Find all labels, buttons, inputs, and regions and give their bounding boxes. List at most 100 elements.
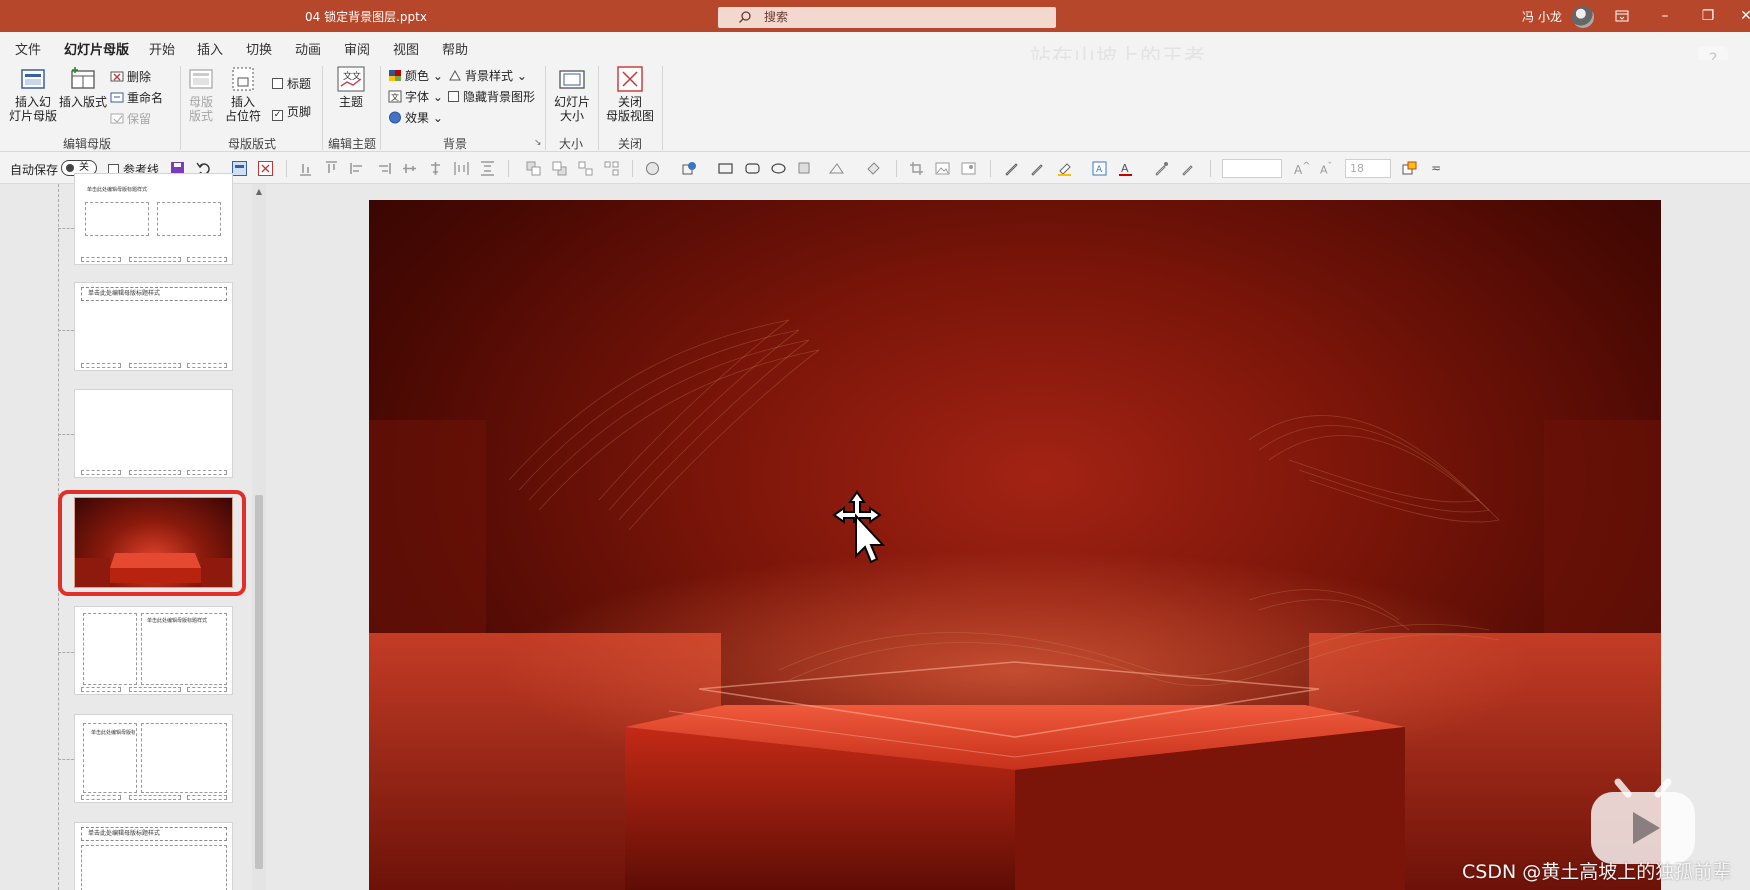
align-center-icon[interactable]: [428, 161, 443, 176]
tab-insert[interactable]: 插入: [197, 39, 223, 58]
effects-dropdown[interactable]: 效果 ⌄: [388, 109, 443, 126]
rectangle-icon[interactable]: [718, 161, 733, 176]
eraser-icon[interactable]: [1181, 161, 1196, 176]
title-checkbox[interactable]: 标题: [272, 75, 311, 92]
slide-master-background[interactable]: [369, 200, 1661, 890]
font-size-combo[interactable]: 18: [1345, 159, 1391, 178]
layout-thumbnail-picture-caption[interactable]: 单击此处编辑母版标题样式: [74, 714, 233, 803]
svg-text:A: A: [1096, 165, 1103, 175]
thumbnail-placeholder: [85, 202, 149, 236]
shape-fill-icon[interactable]: [645, 161, 660, 176]
search-box[interactable]: 搜索: [718, 7, 1056, 28]
align-middle-icon[interactable]: [402, 161, 417, 176]
svg-text:文: 文: [391, 92, 399, 102]
tab-animations[interactable]: 动画: [295, 39, 321, 58]
layout-thumbnail-red-background[interactable]: [74, 497, 233, 588]
group-label-size: 大小: [559, 137, 584, 151]
crop-icon[interactable]: [909, 161, 924, 176]
dialog-launcher-icon[interactable]: ↘: [534, 138, 542, 148]
thumbnail-footer: [81, 363, 121, 368]
hide-background-checkbox[interactable]: 隐藏背景图形: [448, 88, 535, 105]
ribbon-display-icon[interactable]: [1612, 6, 1632, 26]
user-name[interactable]: 冯 小龙: [1522, 8, 1562, 25]
distribute-horizontal-icon[interactable]: [454, 161, 469, 176]
pen-icon[interactable]: [1004, 161, 1019, 176]
fonts-dropdown[interactable]: 文字体 ⌄: [388, 88, 443, 105]
grow-font-icon[interactable]: A^: [1294, 161, 1311, 177]
minimize-icon[interactable]: –: [1655, 6, 1675, 26]
picture-icon[interactable]: [935, 161, 950, 176]
master-layout-button[interactable]: 母版 版式: [186, 66, 216, 123]
layout-thumbnail-title-only[interactable]: 单击此处编辑母版标题样式: [74, 282, 233, 371]
tab-help[interactable]: 帮助: [442, 39, 468, 58]
slide-size-button[interactable]: 幻灯片 大小: [552, 66, 592, 123]
tab-view[interactable]: 视图: [393, 39, 419, 58]
insert-slide-master-button[interactable]: 插入幻 灯片母版: [8, 66, 58, 123]
rounded-rectangle-icon[interactable]: [745, 161, 760, 176]
shape-effects-icon[interactable]: [797, 161, 812, 176]
shrink-font-icon[interactable]: Aˇ: [1320, 161, 1332, 177]
pencil-icon[interactable]: [1030, 161, 1045, 176]
align-bottom-icon[interactable]: [298, 161, 313, 176]
distribute-vertical-icon[interactable]: [480, 161, 495, 176]
thumbnail-footer: [129, 257, 181, 262]
align-right-icon[interactable]: [376, 161, 391, 176]
thumbnail-footer: [187, 687, 227, 692]
layout-thumbnail-comparison[interactable]: 单击此处编辑母版标题样式: [74, 173, 233, 265]
colors-dropdown[interactable]: 颜色 ⌄: [388, 67, 443, 84]
close-icon[interactable]: ✕: [1736, 6, 1750, 26]
footer-checkbox[interactable]: ✓ 页脚: [272, 103, 311, 121]
rename-button[interactable]: 重命名: [110, 89, 163, 106]
title-bar: 04 锁定背景图层.pptx 搜索 冯 小龙 – ❐ ✕: [0, 0, 1750, 32]
close-master-view-button[interactable]: 关闭 母版视图: [605, 66, 655, 123]
insert-layout-button[interactable]: 插入版式: [58, 66, 108, 109]
oval-icon[interactable]: [771, 161, 786, 176]
close-view-icon[interactable]: [258, 161, 273, 176]
scrollbar-thumb[interactable]: [255, 495, 263, 869]
text-box-icon[interactable]: A: [1092, 161, 1107, 176]
replace-icon[interactable]: [1402, 161, 1417, 176]
change-picture-icon[interactable]: [961, 161, 976, 176]
tab-file[interactable]: 文件: [15, 39, 41, 58]
background-styles-dropdown[interactable]: 背景样式 ⌄: [448, 67, 527, 84]
stage-background-art: [369, 319, 1661, 890]
ribbon-separator: [545, 66, 546, 150]
insert-placeholder-button[interactable]: 插入 占位符: [220, 66, 266, 123]
layout-view-icon[interactable]: [232, 161, 247, 176]
fonts-icon: 文: [388, 90, 402, 103]
tab-slide-master[interactable]: 幻灯片母版: [64, 39, 130, 63]
customize-toolbar-icon[interactable]: ≂: [1431, 161, 1441, 175]
tab-transitions[interactable]: 切换: [246, 39, 272, 58]
scroll-up-icon[interactable]: ▲: [253, 186, 265, 198]
thumbnail-stage-art: [75, 553, 232, 587]
layout-thumbnail-content-caption[interactable]: 单击此处编辑母版标题样式: [74, 606, 233, 695]
layout-thumbnail-vertical-text[interactable]: 单击此处编辑母版标题样式: [74, 822, 233, 890]
preserve-button[interactable]: 保留: [110, 110, 151, 127]
align-left-icon[interactable]: [350, 161, 365, 176]
highlighter-icon[interactable]: [1057, 161, 1072, 176]
font-color-icon[interactable]: A: [1118, 161, 1133, 176]
thumbnail-footer: [81, 795, 121, 800]
group-objects-icon[interactable]: [578, 161, 593, 176]
font-name-combo[interactable]: [1222, 159, 1282, 178]
eyedropper-icon[interactable]: [1154, 161, 1169, 176]
tab-review[interactable]: 审阅: [344, 39, 370, 58]
ungroup-objects-icon[interactable]: [604, 161, 619, 176]
group-label-edit-master: 编辑母版: [63, 137, 112, 151]
group-label-edit-theme: 编辑主题: [328, 137, 377, 151]
format-painter-icon[interactable]: [866, 161, 881, 176]
delete-icon: [110, 71, 124, 82]
bring-forward-icon[interactable]: [526, 161, 541, 176]
delete-button[interactable]: 删除: [110, 68, 151, 85]
shape-outline-icon[interactable]: [682, 161, 697, 176]
ribbon-separator: [322, 66, 323, 150]
restore-icon[interactable]: ❐: [1698, 6, 1718, 26]
themes-button[interactable]: 文文 主题: [333, 66, 369, 109]
thumbnail-footer: [81, 687, 121, 692]
layout-thumbnail-blank[interactable]: [74, 389, 233, 478]
align-top-icon[interactable]: [324, 161, 339, 176]
rotate-icon[interactable]: [829, 161, 844, 176]
send-backward-icon[interactable]: [552, 161, 567, 176]
tab-home[interactable]: 开始: [149, 39, 175, 58]
avatar[interactable]: [1572, 6, 1594, 28]
